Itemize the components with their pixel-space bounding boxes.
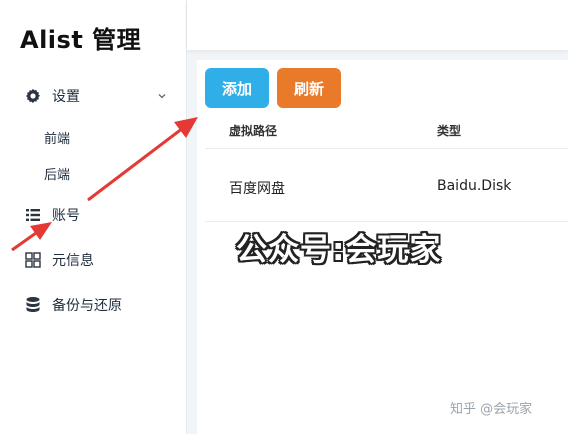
sidebar-item-settings[interactable]: 设置 [24,86,80,106]
app-title: Alist 管理 [20,26,142,54]
table-cell-type: Baidu.Disk [437,178,512,194]
sidebar-item-label: 元信息 [52,253,94,269]
add-button[interactable]: 添加 [205,68,269,108]
sidebar-subitem-backend[interactable]: 后端 [44,164,70,183]
header-divider [205,148,568,149]
watermark-text: 公众号:会玩家 [236,232,442,268]
refresh-button[interactable]: 刷新 [277,68,341,108]
table-cell-path: 百度网盘 [229,181,285,197]
row-divider [205,221,568,222]
sidebar: Alist 管理 设置 前端 后端 账号 元信息 备份与还原 [0,0,187,434]
chevron-down-icon[interactable] [157,86,167,105]
sidebar-item-label: 设置 [52,89,80,105]
grid-icon [24,251,42,269]
sidebar-item-accounts[interactable]: 账号 [24,205,80,225]
database-icon [24,296,42,314]
sidebar-item-backup[interactable]: 备份与还原 [24,295,122,315]
sidebar-item-meta[interactable]: 元信息 [24,250,94,270]
sidebar-item-label: 备份与还原 [52,298,122,314]
gear-icon [24,87,42,105]
sidebar-item-label: 账号 [52,208,80,224]
list-icon [24,206,42,224]
column-header-type[interactable]: 类型 [437,122,461,139]
sidebar-subitem-frontend[interactable]: 前端 [44,128,70,147]
credit-text: 知乎 @会玩家 [450,402,533,417]
top-header [187,0,568,50]
column-header-path[interactable]: 虚拟路径 [229,122,277,139]
